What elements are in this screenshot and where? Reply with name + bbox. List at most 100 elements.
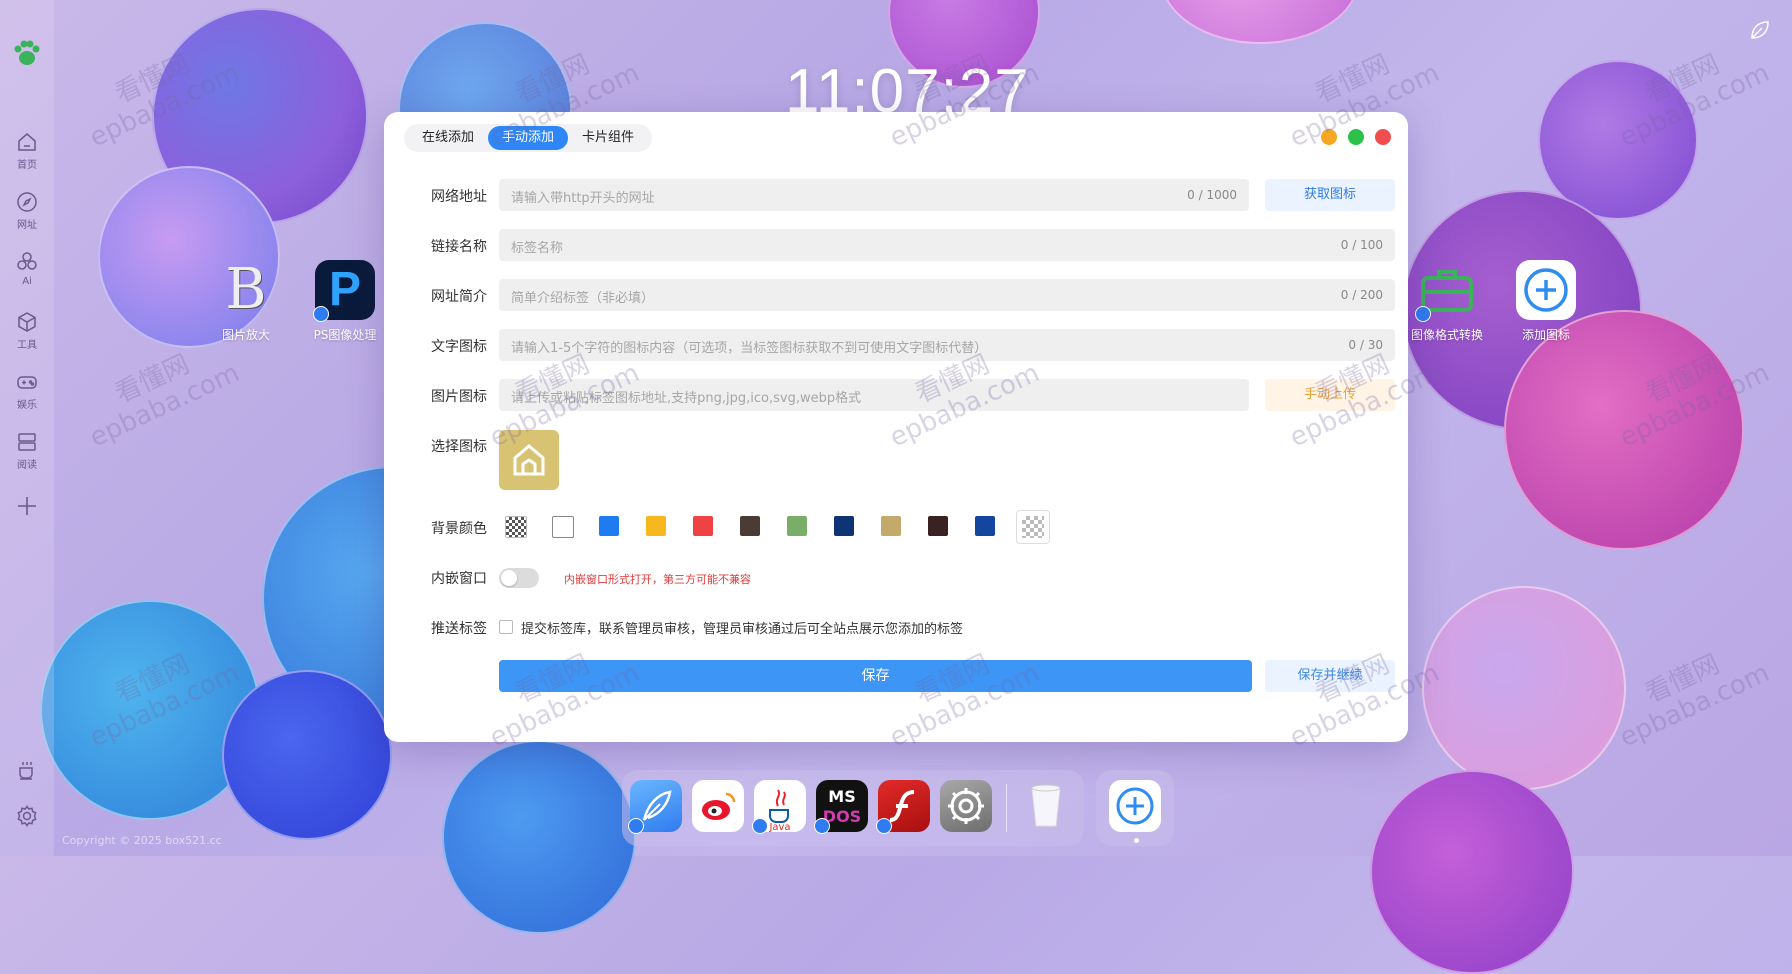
settings-app-icon[interactable] bbox=[940, 780, 992, 832]
name-label: 链接名称 bbox=[431, 239, 487, 255]
coffee-icon[interactable] bbox=[15, 758, 39, 782]
embed-toggle[interactable] bbox=[499, 568, 539, 588]
briefcase-icon bbox=[1415, 260, 1477, 322]
bg-bubble bbox=[40, 600, 260, 820]
sidebar-item-entertainment[interactable]: 娱乐 bbox=[0, 370, 54, 411]
sidebar-item-label: 网址 bbox=[17, 220, 37, 231]
bg-bubble bbox=[442, 740, 636, 934]
paw-logo-icon[interactable] bbox=[10, 36, 44, 70]
link-badge-icon bbox=[313, 306, 329, 322]
dock-active-indicator bbox=[1134, 838, 1139, 843]
save-button[interactable]: 保存 bbox=[499, 660, 1252, 692]
desc-label: 网址简介 bbox=[431, 289, 487, 305]
name-placeholder: 标签名称 bbox=[511, 241, 564, 256]
link-badge-icon bbox=[814, 818, 830, 834]
desktop-app-image-convert[interactable]: 图像格式转换 bbox=[1402, 260, 1492, 343]
save-continue-button[interactable]: 保存并继续 bbox=[1265, 660, 1395, 692]
sidebar-item-home[interactable]: 首页 bbox=[0, 130, 54, 171]
plus-circle-icon[interactable] bbox=[1109, 780, 1161, 832]
color-swatch-brown[interactable] bbox=[740, 516, 760, 536]
color-swatch-red[interactable] bbox=[693, 516, 713, 536]
sidebar-item-label: 工具 bbox=[17, 340, 37, 351]
close-button[interactable] bbox=[1375, 129, 1391, 145]
watermark: 看懂网 epbaba.com bbox=[85, 349, 244, 453]
svg-text:MS: MS bbox=[828, 787, 855, 806]
link-badge-icon bbox=[1415, 306, 1431, 322]
desc-placeholder: 简单介绍标签（非必填） bbox=[511, 291, 655, 306]
bg-bubble bbox=[1504, 310, 1744, 550]
tab-manual-add[interactable]: 手动添加 bbox=[488, 126, 569, 150]
desktop-app-label: 图像格式转换 bbox=[1410, 328, 1483, 342]
flash-app-icon[interactable] bbox=[876, 780, 930, 834]
url-label: 网络地址 bbox=[431, 189, 487, 205]
trash-icon[interactable] bbox=[1020, 780, 1072, 832]
feather-app-icon[interactable] bbox=[628, 780, 682, 834]
compass-icon bbox=[17, 192, 37, 212]
serif-b-app-icon: B bbox=[225, 257, 267, 322]
bg-color-label: 背景颜色 bbox=[431, 521, 487, 537]
desc-input[interactable]: 简单介绍标签（非必填） 0 / 200 bbox=[499, 279, 1395, 311]
color-swatch-tan[interactable] bbox=[881, 516, 901, 536]
minimize-button[interactable] bbox=[1321, 129, 1337, 145]
dock: Java MS DOS bbox=[622, 770, 1084, 846]
copyright-text: Copyright © 2025 box521.cc bbox=[62, 834, 222, 847]
desktop-app-add-icon[interactable]: 添加图标 bbox=[1501, 260, 1591, 343]
color-swatch-transparent[interactable] bbox=[505, 516, 527, 538]
desktop-app-label: 添加图标 bbox=[1521, 328, 1570, 342]
name-input[interactable]: 标签名称 0 / 100 bbox=[499, 229, 1395, 261]
tab-card-widget[interactable]: 卡片组件 bbox=[568, 126, 648, 150]
java-app-icon[interactable]: Java bbox=[752, 780, 806, 834]
bg-bubble bbox=[1422, 586, 1626, 790]
color-swatch-white[interactable] bbox=[552, 516, 574, 538]
weibo-app-icon[interactable] bbox=[692, 780, 744, 832]
bg-bubble bbox=[1160, 0, 1360, 44]
tab-online-add[interactable]: 在线添加 bbox=[408, 126, 488, 150]
plus-icon bbox=[18, 497, 36, 515]
text-icon-placeholder: 请输入1-5个字符的图标内容（可选项，当标签图标获取不到可使用文字图标代替） bbox=[511, 341, 988, 356]
text-icon-label: 文字图标 bbox=[431, 339, 487, 355]
sidebar: 首页 网址 Ai 工具 娱乐 阅读 bbox=[0, 0, 54, 856]
dock-separator bbox=[1006, 784, 1007, 832]
sidebar-item-tools[interactable]: 工具 bbox=[0, 310, 54, 351]
maximize-button[interactable] bbox=[1348, 129, 1364, 145]
desktop-app-ps[interactable]: P PS图像处理 bbox=[300, 260, 390, 343]
sidebar-item-label: 阅读 bbox=[17, 460, 37, 471]
ai-icon bbox=[17, 252, 37, 270]
desktop-app-image-upscale[interactable]: B 图片放大 bbox=[201, 260, 291, 343]
photoshop-app-icon: P bbox=[313, 260, 375, 322]
book-icon bbox=[18, 433, 36, 451]
color-swatch-yellow[interactable] bbox=[646, 516, 666, 536]
fetch-icon-button[interactable]: 获取图标 bbox=[1265, 179, 1395, 211]
desktop-app-label: PS图像处理 bbox=[313, 328, 377, 342]
text-icon-input[interactable]: 请输入1-5个字符的图标内容（可选项，当标签图标获取不到可使用文字图标代替） 0… bbox=[499, 329, 1395, 361]
color-swatch-custom[interactable] bbox=[1016, 510, 1050, 544]
image-icon-input[interactable]: 请上传或粘贴标签图标地址,支持png,jpg,ico,svg,webp格式 bbox=[499, 379, 1249, 411]
leaf-icon[interactable] bbox=[1748, 18, 1772, 42]
url-placeholder: 请输入带http开头的网址 bbox=[511, 191, 655, 206]
color-swatch-dark-brown[interactable] bbox=[928, 516, 948, 536]
sidebar-item-urls[interactable]: 网址 bbox=[0, 190, 54, 231]
color-swatch-green[interactable] bbox=[787, 516, 807, 536]
url-input[interactable]: 请输入带http开头的网址 0 / 1000 bbox=[499, 179, 1249, 211]
push-checkbox[interactable] bbox=[499, 620, 513, 634]
house-icon-option[interactable] bbox=[499, 430, 559, 490]
dialog-tabs: 在线添加 手动添加 卡片组件 bbox=[404, 124, 653, 152]
name-char-count: 0 / 100 bbox=[1340, 238, 1383, 252]
gear-icon[interactable] bbox=[15, 804, 39, 828]
sidebar-add-button[interactable] bbox=[0, 494, 54, 518]
color-swatch-blue[interactable] bbox=[599, 516, 619, 536]
color-swatch-navy[interactable] bbox=[834, 516, 854, 536]
sidebar-item-ai[interactable]: Ai bbox=[0, 250, 54, 287]
bg-bubble bbox=[222, 670, 392, 840]
sidebar-item-reading[interactable]: 阅读 bbox=[0, 430, 54, 471]
add-bookmark-dialog: 在线添加 手动添加 卡片组件 网络地址 请输入带http开头的网址 0 / 10… bbox=[384, 112, 1408, 742]
color-swatch-royal-blue[interactable] bbox=[975, 516, 995, 536]
home-icon bbox=[18, 133, 36, 151]
choose-icon-label: 选择图标 bbox=[431, 439, 487, 455]
embed-hint: 内嵌窗口形式打开，第三方可能不兼容 bbox=[564, 573, 751, 586]
msdos-app-icon[interactable]: MS DOS bbox=[814, 780, 868, 834]
url-char-count: 0 / 1000 bbox=[1187, 188, 1237, 202]
link-badge-icon bbox=[628, 818, 644, 834]
upload-button[interactable]: 手动上传 bbox=[1265, 379, 1395, 411]
text-icon-char-count: 0 / 30 bbox=[1348, 338, 1383, 352]
